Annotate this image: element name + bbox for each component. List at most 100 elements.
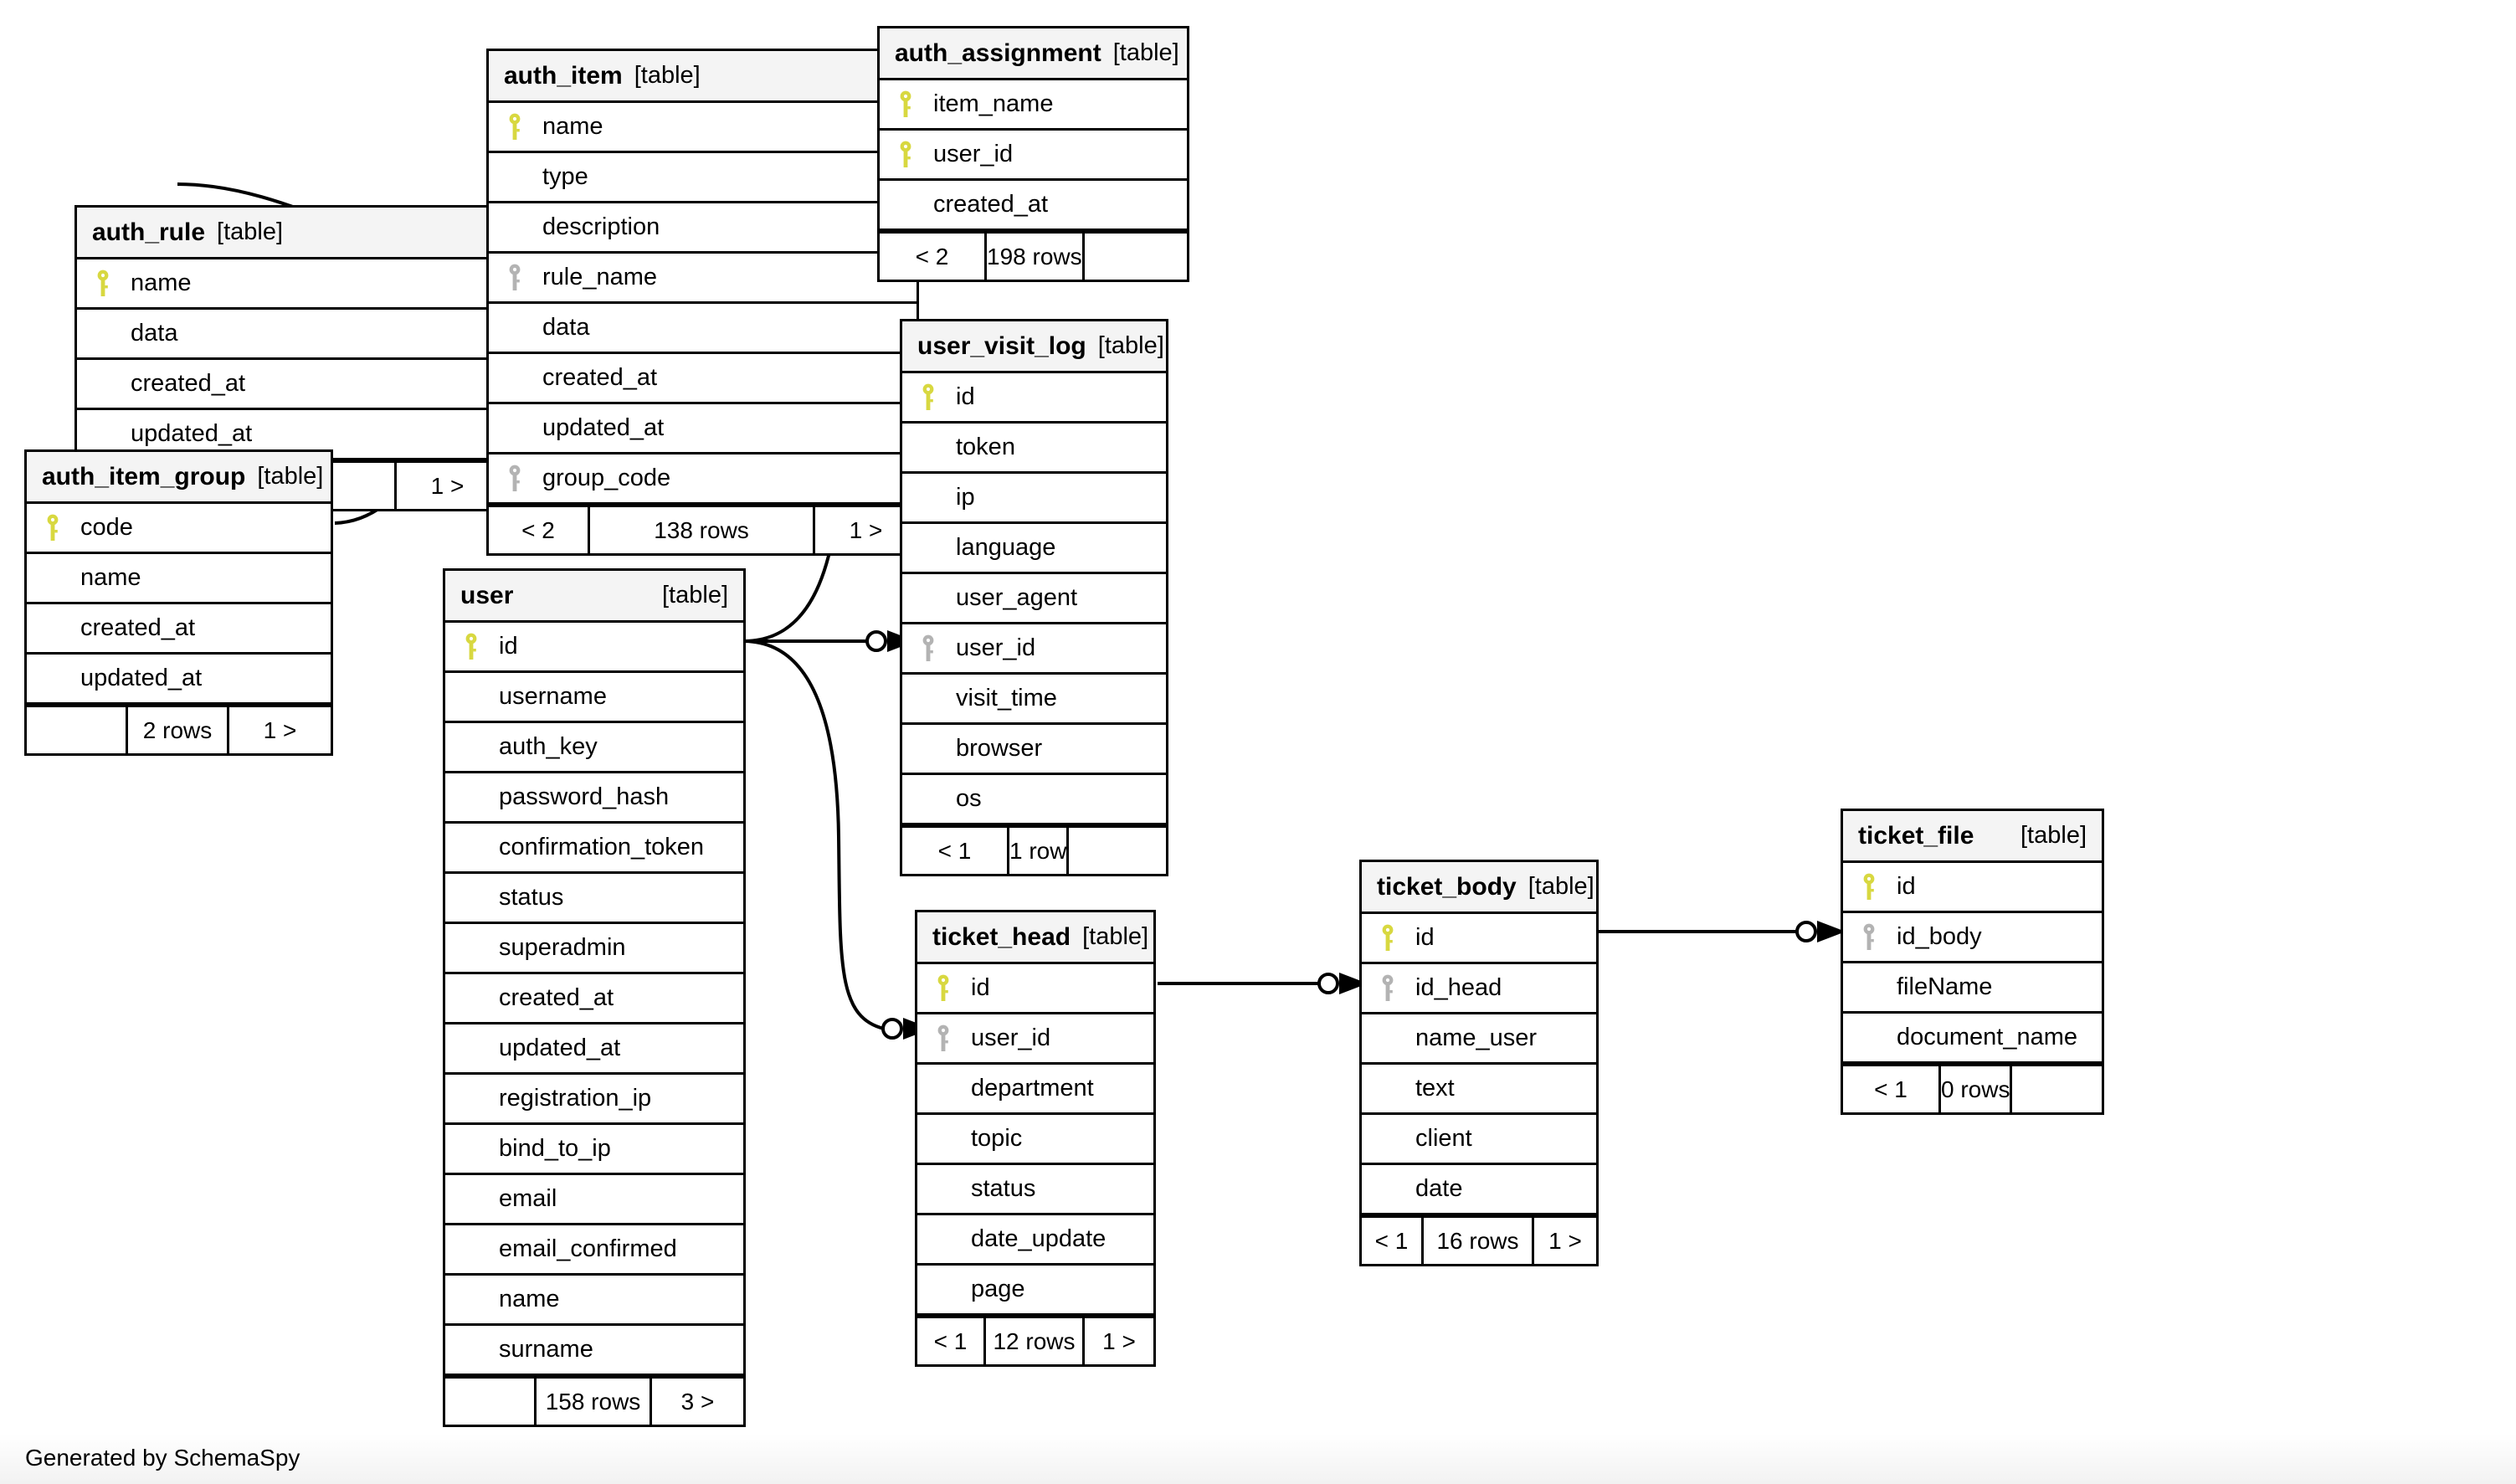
table-user[interactable]: user [table] id username auth_key password_ha… xyxy=(443,568,746,1427)
column-user-superadmin[interactable]: superadmin xyxy=(445,924,743,974)
column-user_visit_log-visit_time[interactable]: visit_time xyxy=(902,675,1166,725)
column-auth_rule-created_at[interactable]: created_at xyxy=(77,360,498,410)
crowsfoot-zero-circle xyxy=(1317,973,1339,994)
table-type-tag-auth_rule: [table] xyxy=(217,218,284,245)
next-page-cell-auth_rule[interactable]: 1 > xyxy=(397,463,498,509)
next-page-cell-user[interactable]: 3 > xyxy=(652,1379,743,1425)
column-user-password_hash[interactable]: password_hash xyxy=(445,773,743,824)
table-name-ticket_body: ticket_body xyxy=(1377,872,1517,901)
table-footer-user_visit_log: < 11 row xyxy=(902,825,1166,874)
column-ticket_file-id_body[interactable]: id_body xyxy=(1843,913,2102,963)
column-user-username[interactable]: username xyxy=(445,673,743,723)
column-auth_item-data[interactable]: data xyxy=(489,304,917,354)
column-ticket_head-page[interactable]: page xyxy=(917,1266,1153,1316)
column-auth_rule-name[interactable]: name xyxy=(77,259,498,310)
prev-page-cell-ticket_body[interactable]: < 1 xyxy=(1362,1218,1424,1264)
column-user_visit_log-user_id[interactable]: user_id xyxy=(902,624,1166,675)
column-user-email_confirmed[interactable]: email_confirmed xyxy=(445,1225,743,1276)
column-auth_assignment-created_at[interactable]: created_at xyxy=(880,181,1187,231)
column-name: id_head xyxy=(1415,974,1502,1001)
column-user_visit_log-os[interactable]: os xyxy=(902,775,1166,825)
table-ticket_file[interactable]: ticket_file [table] id id_body fileName docum… xyxy=(1841,809,2104,1115)
column-user-created_at[interactable]: created_at xyxy=(445,974,743,1024)
column-auth_item_group-code[interactable]: code xyxy=(27,504,331,554)
column-user-updated_at[interactable]: updated_at xyxy=(445,1024,743,1075)
prev-page-cell-user[interactable] xyxy=(445,1379,537,1425)
column-ticket_file-fileName[interactable]: fileName xyxy=(1843,963,2102,1014)
column-auth_item_group-updated_at[interactable]: updated_at xyxy=(27,655,331,705)
column-user-status[interactable]: status xyxy=(445,874,743,924)
column-ticket_body-date[interactable]: date xyxy=(1362,1165,1596,1215)
next-page-cell-ticket_file[interactable] xyxy=(2012,1066,2110,1112)
column-ticket_body-text[interactable]: text xyxy=(1362,1065,1596,1115)
column-user-email[interactable]: email xyxy=(445,1175,743,1225)
column-name: id_body xyxy=(1897,923,1982,950)
table-footer-auth_assignment: < 2 198 rows xyxy=(880,231,1187,280)
column-auth_item-updated_at[interactable]: updated_at xyxy=(489,404,917,454)
column-auth_assignment-item_name[interactable]: item_name xyxy=(880,80,1187,131)
column-ticket_file-id[interactable]: id xyxy=(1843,863,2102,913)
column-user_visit_log-token[interactable]: token xyxy=(902,424,1166,474)
column-user_visit_log-browser[interactable]: browser xyxy=(902,725,1166,775)
column-ticket_body-name_user[interactable]: name_user xyxy=(1362,1014,1596,1065)
column-ticket_head-id[interactable]: id xyxy=(917,964,1153,1014)
next-page-cell-ticket_body[interactable]: 1 > xyxy=(1534,1218,1596,1264)
column-user-registration_ip[interactable]: registration_ip xyxy=(445,1075,743,1125)
column-name: name xyxy=(542,113,603,140)
column-auth_item-created_at[interactable]: created_at xyxy=(489,354,917,404)
column-ticket_body-client[interactable]: client xyxy=(1362,1115,1596,1165)
prev-page-cell-auth_assignment[interactable]: < 2 xyxy=(880,234,987,280)
column-name: text xyxy=(1415,1075,1455,1101)
column-ticket_file-document_name[interactable]: document_name xyxy=(1843,1014,2102,1064)
column-ticket_head-status[interactable]: status xyxy=(917,1165,1153,1215)
column-auth_item-rule_name[interactable]: rule_name xyxy=(489,254,917,304)
column-user-auth_key[interactable]: auth_key xyxy=(445,723,743,773)
column-user-bind_to_ip[interactable]: bind_to_ip xyxy=(445,1125,743,1175)
column-name: code xyxy=(80,514,133,541)
column-ticket_head-date_update[interactable]: date_update xyxy=(917,1215,1153,1266)
column-auth_item-description[interactable]: description xyxy=(489,203,917,254)
column-ticket_head-topic[interactable]: topic xyxy=(917,1115,1153,1165)
column-user-name[interactable]: name xyxy=(445,1276,743,1326)
column-auth_assignment-user_id[interactable]: user_id xyxy=(880,131,1187,181)
column-name: updated_at xyxy=(499,1035,621,1061)
column-auth_item-name[interactable]: name xyxy=(489,103,917,153)
table-user_visit_log[interactable]: user_visit_log [table] id token ip language us… xyxy=(900,319,1168,876)
column-user-surname[interactable]: surname xyxy=(445,1326,743,1376)
column-name: superadmin xyxy=(499,934,626,961)
foreign-key-icon xyxy=(1380,974,1415,1003)
prev-page-cell-ticket_file[interactable]: < 1 xyxy=(1843,1066,1941,1112)
prev-page-cell-ticket_head[interactable]: < 1 xyxy=(917,1318,986,1364)
column-user-confirmation_token[interactable]: confirmation_token xyxy=(445,824,743,874)
column-auth_item-group_code[interactable]: group_code xyxy=(489,454,917,505)
table-ticket_head[interactable]: ticket_head [table] id user_id department top… xyxy=(915,910,1156,1367)
prev-page-cell-auth_item[interactable]: < 2 xyxy=(489,507,590,553)
next-page-cell-auth_assignment[interactable] xyxy=(1085,234,1192,280)
table-auth_item_group[interactable]: auth_item_group [table] code name created_at… xyxy=(24,449,333,756)
next-page-cell-ticket_head[interactable]: 1 > xyxy=(1085,1318,1153,1364)
foreign-key-icon xyxy=(507,465,542,493)
next-page-cell-auth_item_group[interactable]: 1 > xyxy=(229,707,331,753)
table-ticket_body[interactable]: ticket_body [table] id id_head name_user text… xyxy=(1359,860,1599,1266)
column-name: browser xyxy=(956,735,1043,762)
column-user_visit_log-user_agent[interactable]: user_agent xyxy=(902,574,1166,624)
column-name: status xyxy=(499,884,564,911)
column-ticket_body-id[interactable]: id xyxy=(1362,914,1596,964)
column-user_visit_log-ip[interactable]: ip xyxy=(902,474,1166,524)
column-auth_item_group-name[interactable]: name xyxy=(27,554,331,604)
column-ticket_head-department[interactable]: department xyxy=(917,1065,1153,1115)
column-auth_item-type[interactable]: type xyxy=(489,153,917,203)
column-user-id[interactable]: id xyxy=(445,623,743,673)
column-ticket_body-id_head[interactable]: id_head xyxy=(1362,964,1596,1014)
column-ticket_head-user_id[interactable]: user_id xyxy=(917,1014,1153,1065)
prev-page-cell-auth_item_group[interactable] xyxy=(27,707,128,753)
next-page-cell-user_visit_log[interactable] xyxy=(1069,828,1176,874)
column-auth_item_group-created_at[interactable]: created_at xyxy=(27,604,331,655)
prev-page-cell-user_visit_log[interactable]: < 1 xyxy=(902,828,1009,874)
table-auth_item[interactable]: auth_item [table] name type description rule_… xyxy=(486,49,919,556)
table-auth_assignment[interactable]: auth_assignment [table] item_name user_id cr… xyxy=(877,26,1189,282)
column-user_visit_log-language[interactable]: language xyxy=(902,524,1166,574)
row-count-ticket_body: 16 rows xyxy=(1424,1218,1534,1264)
column-user_visit_log-id[interactable]: id xyxy=(902,373,1166,424)
column-auth_rule-data[interactable]: data xyxy=(77,310,498,360)
